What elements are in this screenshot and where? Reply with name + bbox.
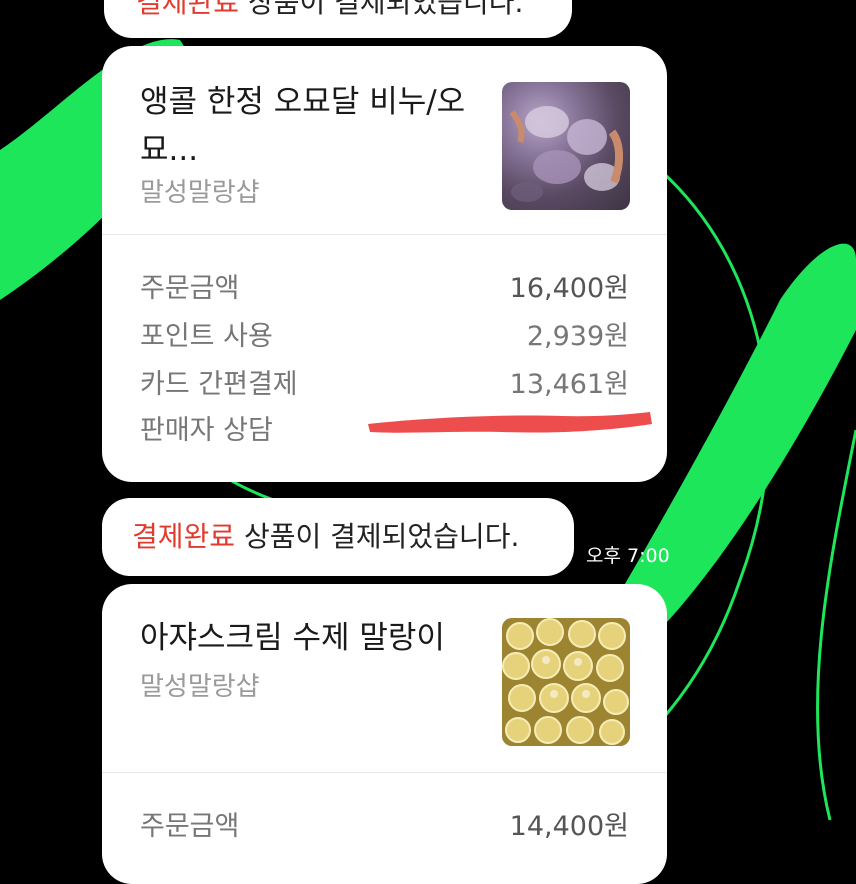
soap-photo	[509, 106, 623, 202]
card-divider	[102, 772, 667, 773]
message-text: 상품이 결제되었습니다.	[239, 0, 524, 19]
price-value: 16,400원	[509, 273, 629, 304]
price-value: 14,400원	[509, 811, 629, 842]
order-card-header[interactable]: 아쟈스크림 수제 말랑이 말성말랑샵	[102, 584, 667, 774]
message-bubble-top: 결제완료 상품이 결제되었습니다.	[104, 0, 572, 38]
product-title[interactable]: 앵콜 한정 오묘달 비누/오 묘...	[140, 78, 470, 174]
points-row: 포인트 사용 2,939원	[140, 314, 629, 362]
message-timestamp: 오후 7:00	[586, 545, 670, 567]
points-label: 포인트 사용	[140, 321, 273, 352]
redaction-mark	[368, 412, 652, 433]
product-title-line-2: 묘...	[140, 132, 199, 168]
price-label: 주문금액	[140, 811, 240, 842]
card-divider	[102, 234, 667, 235]
message-text: 상품이 결제되었습니다.	[235, 520, 520, 553]
card-payment-value: 13,461원	[509, 369, 629, 400]
seller-contact-label: 판매자 상담	[140, 415, 273, 446]
payment-status-label: 결제완료	[136, 0, 240, 19]
product-thumbnail[interactable]	[502, 618, 630, 746]
product-title-line-1: 앵콜 한정 오묘달 비누/오	[140, 84, 466, 120]
price-row: 주문금액 14,400원	[140, 804, 629, 852]
product-thumbnail[interactable]	[502, 82, 630, 210]
price-label: 주문금액	[140, 273, 240, 304]
green-outline-loop	[815, 429, 856, 821]
product-title[interactable]: 아쟈스크림 수제 말랑이	[140, 614, 470, 662]
squishy-photo	[502, 618, 630, 746]
shop-name[interactable]: 말성말랑샵	[140, 666, 260, 703]
message-bubble-2: 결제완료 상품이 결제되었습니다.	[102, 498, 574, 576]
order-card-2[interactable]: 아쟈스크림 수제 말랑이 말성말랑샵 주문금액 14,400원	[102, 584, 667, 884]
card-payment-row: 카드 간편결제 13,461원	[140, 362, 629, 410]
payment-status-label: 결제완료	[132, 520, 236, 553]
price-row: 주문금액 16,400원	[140, 266, 629, 314]
order-card-header[interactable]: 앵콜 한정 오묘달 비누/오 묘... 말성말랑샵	[102, 46, 667, 236]
shop-name[interactable]: 말성말랑샵	[140, 172, 260, 209]
points-value: 2,939원	[526, 321, 629, 352]
card-payment-label: 카드 간편결제	[140, 369, 298, 400]
